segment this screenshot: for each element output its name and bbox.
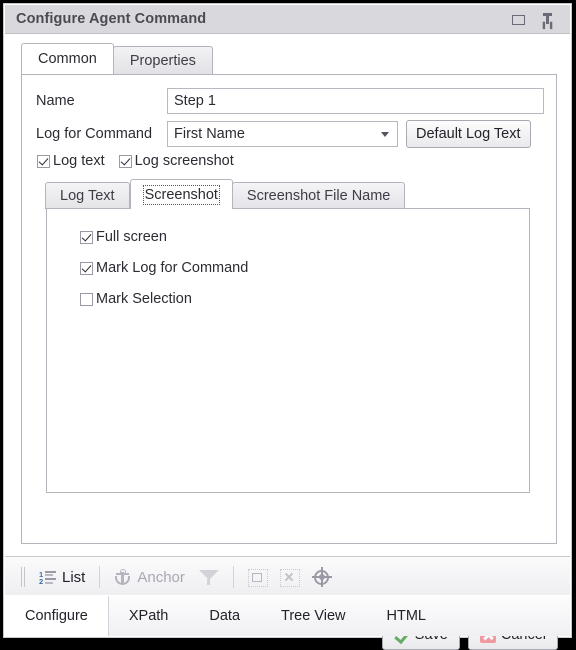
tab-screenshot-label: Screenshot: [142, 184, 220, 205]
bottom-tab-data-label: Data: [209, 608, 241, 624]
select-region-button[interactable]: [247, 569, 268, 587]
tab-screenshot-file-name[interactable]: Screenshot File Name: [231, 182, 406, 209]
log-for-command-row: Log for Command First Name Default Log T…: [36, 120, 544, 148]
checkbox-box: [80, 292, 93, 306]
anchor-button-label: Anchor: [137, 568, 185, 586]
pin-icon[interactable]: [540, 11, 556, 27]
log-screenshot-checkbox-label: Log screenshot: [134, 153, 234, 169]
checkbox-box: [80, 261, 93, 275]
default-log-text-button[interactable]: Default Log Text: [406, 120, 531, 148]
checkbox-box: [37, 154, 50, 168]
tab-properties[interactable]: Properties: [112, 46, 213, 74]
toolbar-separator: [99, 566, 101, 588]
target-button[interactable]: [311, 567, 332, 587]
window-inner-frame: Configure Agent Command Common Propertie…: [3, 3, 572, 650]
select-region-icon: [247, 569, 268, 587]
tab-common[interactable]: Common: [21, 43, 114, 74]
mark-log-for-command-checkbox[interactable]: Mark Log for Command: [80, 260, 248, 276]
log-text-checkbox[interactable]: Log text: [37, 153, 105, 169]
clear-selection-button[interactable]: [279, 569, 300, 587]
inner-tab-strip: Log Text Screenshot Screenshot File Name: [45, 179, 406, 209]
list-button[interactable]: 12 List: [39, 569, 85, 586]
checkbox-box: [80, 230, 93, 244]
bottom-tab-tree-view-label: Tree View: [281, 608, 346, 624]
name-label: Name: [36, 93, 75, 109]
window-title: Configure Agent Command: [16, 11, 207, 27]
bottom-tab-configure-label: Configure: [25, 608, 88, 624]
common-tab-panel: Name Log for Command First Name Default …: [21, 74, 558, 650]
bottom-tab-html[interactable]: HTML: [367, 596, 447, 636]
log-for-command-value: First Name: [174, 126, 245, 142]
tab-log-text-label: Log Text: [60, 188, 115, 204]
toolbar-separator: [232, 566, 234, 588]
bottom-tab-xpath-label: XPath: [128, 608, 169, 624]
full-screen-checkbox[interactable]: Full screen: [80, 229, 248, 245]
toolbar-grip[interactable]: [21, 567, 25, 587]
outer-tab-strip: Common Properties: [21, 43, 213, 74]
log-text-checkbox-label: Log text: [53, 153, 105, 169]
bottom-tab-html-label: HTML: [386, 608, 426, 624]
filter-button[interactable]: [198, 568, 219, 586]
log-for-command-dropdown[interactable]: First Name: [167, 121, 398, 147]
tab-screenshot-file-name-label: Screenshot File Name: [246, 188, 391, 204]
tab-screenshot[interactable]: Screenshot: [129, 179, 233, 209]
screenshot-tab-panel: Full screen Mark Log for Command Mark Se…: [46, 208, 530, 493]
list-button-label: List: [62, 568, 86, 586]
checkbox-box: [118, 154, 132, 168]
bottom-toolbar: 12 List Anchor: [5, 556, 570, 598]
bottom-tab-xpath[interactable]: XPath: [109, 596, 190, 636]
screenshot-options-group: Full screen Mark Log for Command Mark Se…: [80, 229, 248, 307]
tab-log-text[interactable]: Log Text: [45, 182, 130, 209]
restore-icon[interactable]: [510, 11, 526, 27]
anchor-icon: [114, 568, 131, 586]
bottom-tab-data[interactable]: Data: [189, 596, 261, 636]
clear-selection-icon: [279, 569, 300, 587]
bottom-tab-strip: Configure XPath Data Tree View HTML: [5, 595, 570, 636]
default-log-text-label: Default Log Text: [416, 126, 521, 142]
log-screenshot-checkbox[interactable]: Log screenshot: [118, 153, 234, 169]
title-bar: Configure Agent Command: [5, 5, 570, 34]
full-screen-checkbox-label: Full screen: [96, 229, 167, 245]
funnel-icon: [198, 568, 219, 586]
anchor-button[interactable]: Anchor: [114, 568, 185, 586]
name-row: Name: [36, 88, 544, 114]
list-icon: 12: [39, 570, 56, 585]
mark-selection-checkbox-label: Mark Selection: [96, 291, 192, 307]
bottom-tab-tree-view[interactable]: Tree View: [261, 596, 366, 636]
tab-properties-label: Properties: [129, 52, 196, 69]
mark-log-for-command-checkbox-label: Mark Log for Command: [96, 260, 249, 276]
bottom-tab-configure[interactable]: Configure: [5, 596, 109, 636]
chevron-down-icon: [381, 132, 389, 137]
log-for-command-label: Log for Command: [36, 126, 153, 142]
title-bar-buttons: [510, 11, 570, 27]
tab-common-label: Common: [38, 51, 97, 67]
name-input[interactable]: [167, 88, 544, 114]
log-options-group: Log text Log screenshot: [37, 153, 234, 169]
target-icon: [311, 567, 332, 587]
configure-agent-command-window: Configure Agent Command Common Propertie…: [0, 0, 576, 650]
mark-selection-checkbox[interactable]: Mark Selection: [80, 291, 248, 307]
